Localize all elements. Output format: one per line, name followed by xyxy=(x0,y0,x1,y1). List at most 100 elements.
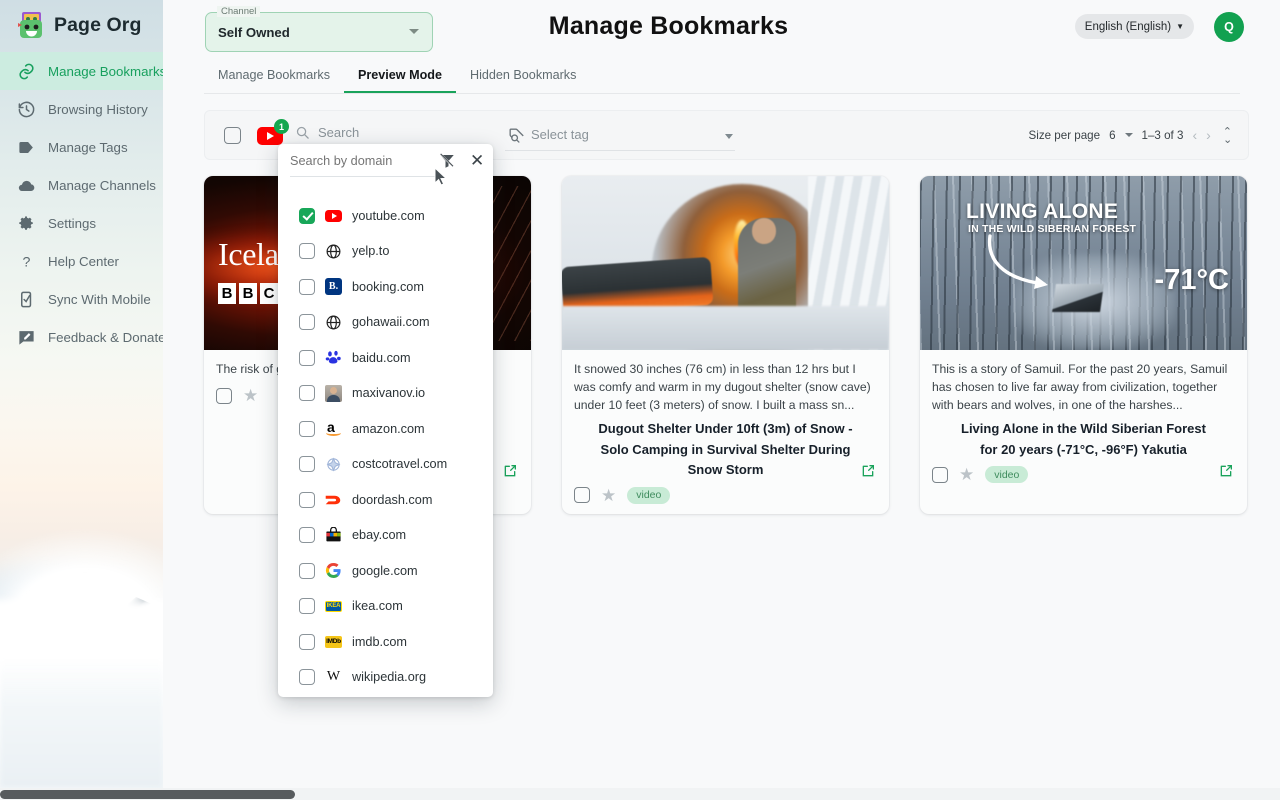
size-per-page-value[interactable]: 6 xyxy=(1109,129,1115,142)
ebay-favicon xyxy=(325,527,342,544)
domain-list-item[interactable]: yelp.to xyxy=(278,234,493,270)
sidebar-item-settings[interactable]: Settings xyxy=(0,204,163,242)
domain-list-item[interactable]: costcotravel.com xyxy=(278,447,493,483)
domain-list-item[interactable]: gohawaii.com xyxy=(278,305,493,341)
card-description: This is a story of Samuil. For the past … xyxy=(932,362,1228,412)
external-link-icon[interactable] xyxy=(502,463,518,484)
tag-icon xyxy=(17,138,36,157)
domain-checkbox[interactable] xyxy=(299,207,315,224)
brand-title: Page Org xyxy=(54,13,142,36)
sidebar-item-label: Settings xyxy=(48,215,97,231)
history-clock-icon xyxy=(17,100,36,119)
density-stepper[interactable]: ⌃ ⌃ xyxy=(1222,127,1232,145)
sidebar-item-label: Manage Channels xyxy=(48,177,156,193)
domain-name: ikea.com xyxy=(352,599,403,614)
pagination: Size per page 6 1–3 of 3 ‹ › ⌃ ⌃ xyxy=(1029,127,1232,145)
tab-manage-bookmarks[interactable]: Manage Bookmarks xyxy=(204,62,344,93)
sidebar-item-label: Help Center xyxy=(48,253,119,269)
domain-list-item[interactable]: doordash.com xyxy=(278,482,493,518)
chevron-down-icon[interactable] xyxy=(1124,133,1133,137)
domain-dropdown-header: ✕ xyxy=(290,152,484,190)
stepper-down-icon: ⌃ xyxy=(1222,132,1232,144)
favorite-star-icon[interactable]: ★ xyxy=(601,487,616,504)
domain-name: yelp.to xyxy=(352,244,390,259)
horizontal-scrollbar-track[interactable] xyxy=(0,788,1280,800)
prev-page-button[interactable]: ‹ xyxy=(1192,127,1197,143)
favorite-star-icon[interactable]: ★ xyxy=(959,466,974,483)
tab-preview-mode[interactable]: Preview Mode xyxy=(344,62,456,93)
pagination-range: 1–3 of 3 xyxy=(1141,128,1184,142)
domain-filter-count-badge: 1 xyxy=(274,119,289,134)
domain-filter-button[interactable]: 1 xyxy=(257,119,289,146)
card-select-checkbox[interactable] xyxy=(216,387,232,404)
baidu-favicon xyxy=(325,349,342,366)
imdb-favicon: IMDb xyxy=(325,633,342,650)
domain-checkbox[interactable] xyxy=(299,314,315,331)
domain-checkbox[interactable] xyxy=(299,278,315,295)
domain-checkbox[interactable] xyxy=(299,420,315,437)
sidebar-item-browsing-history[interactable]: Browsing History xyxy=(0,90,163,128)
domain-checkbox[interactable] xyxy=(299,669,315,686)
sidebar-item-label: Feedback & Donate xyxy=(48,329,163,345)
mobile-sync-icon xyxy=(17,290,36,309)
external-link-icon[interactable] xyxy=(1218,463,1234,484)
domain-list-item[interactable]: ebay.com xyxy=(278,518,493,554)
thumbnail-title-line2: IN THE WILD SIBERIAN FOREST xyxy=(968,223,1137,235)
domain-checkbox[interactable] xyxy=(299,349,315,366)
horizontal-scrollbar-thumb[interactable] xyxy=(0,790,295,799)
domain-list-item[interactable]: W wikipedia.org xyxy=(278,660,493,696)
domain-list-item[interactable]: baidu.com xyxy=(278,340,493,376)
sidebar-item-help-center[interactable]: ? Help Center xyxy=(0,242,163,280)
domain-checkbox[interactable] xyxy=(299,633,315,650)
domain-list-item[interactable]: B. booking.com xyxy=(278,269,493,305)
domain-search-input[interactable] xyxy=(290,154,420,168)
domain-list-item[interactable]: a amazon.com xyxy=(278,411,493,447)
card-select-checkbox[interactable] xyxy=(574,487,590,503)
chevron-down-icon[interactable] xyxy=(725,134,733,139)
close-icon[interactable]: ✕ xyxy=(470,152,484,169)
domain-checkbox[interactable] xyxy=(299,527,315,544)
domain-name: amazon.com xyxy=(352,421,425,436)
tag-select[interactable]: Select tag xyxy=(505,123,735,151)
globe-favicon xyxy=(325,243,342,260)
external-link-icon[interactable] xyxy=(860,463,876,484)
language-label: English (English) xyxy=(1084,20,1172,33)
domain-name: doordash.com xyxy=(352,492,433,507)
sidebar-item-manage-tags[interactable]: Manage Tags xyxy=(0,128,163,166)
app-logo-icon xyxy=(17,10,45,40)
sidebar-item-manage-bookmarks[interactable]: Manage Bookmarks xyxy=(0,52,163,90)
domain-checkbox[interactable] xyxy=(299,491,315,508)
card-thumbnail: LIVING ALONE IN THE WILD SIBERIAN FOREST… xyxy=(920,176,1247,350)
search-input[interactable]: Search xyxy=(295,125,359,140)
card-select-checkbox[interactable] xyxy=(932,466,948,483)
sidebar-item-feedback-donate[interactable]: Feedback & Donate xyxy=(0,318,163,356)
bookmark-card[interactable]: It snowed 30 inches (76 cm) in less than… xyxy=(562,176,889,514)
language-selector[interactable]: English (English) ▼ xyxy=(1074,14,1194,39)
domain-list-item[interactable]: google.com xyxy=(278,553,493,589)
domain-list-item[interactable]: maxivanov.io xyxy=(278,376,493,412)
domain-list-item[interactable]: youtube.com xyxy=(278,198,493,234)
bookmark-card[interactable]: LIVING ALONE IN THE WILD SIBERIAN FOREST… xyxy=(920,176,1247,514)
domain-list-item[interactable]: IMDb imdb.com xyxy=(278,624,493,660)
domain-name: costcotravel.com xyxy=(352,457,448,472)
sidebar-item-sync-with-mobile[interactable]: Sync With Mobile xyxy=(0,280,163,318)
next-page-button[interactable]: › xyxy=(1206,127,1211,143)
status-badge: video xyxy=(985,466,1029,483)
domain-list-item[interactable]: IKEA ikea.com xyxy=(278,589,493,625)
brand: Page Org xyxy=(0,0,163,52)
avatar[interactable]: Q xyxy=(1214,12,1244,42)
favorite-star-icon[interactable]: ★ xyxy=(243,387,258,404)
sidebar-item-label: Manage Bookmarks xyxy=(48,63,163,79)
sidebar-item-label: Manage Tags xyxy=(48,139,128,155)
card-body: This is a story of Samuil. For the past … xyxy=(920,350,1247,460)
domain-checkbox[interactable] xyxy=(299,562,315,579)
sidebar-item-label: Browsing History xyxy=(48,101,148,117)
domain-checkbox[interactable] xyxy=(299,456,315,473)
sidebar-item-manage-channels[interactable]: Manage Channels xyxy=(0,166,163,204)
domain-checkbox[interactable] xyxy=(299,385,315,402)
domain-checkbox[interactable] xyxy=(299,243,315,260)
tab-hidden-bookmarks[interactable]: Hidden Bookmarks xyxy=(456,62,590,93)
select-all-checkbox[interactable] xyxy=(224,127,241,144)
avatar-initial: Q xyxy=(1224,20,1234,34)
domain-checkbox[interactable] xyxy=(299,598,315,615)
